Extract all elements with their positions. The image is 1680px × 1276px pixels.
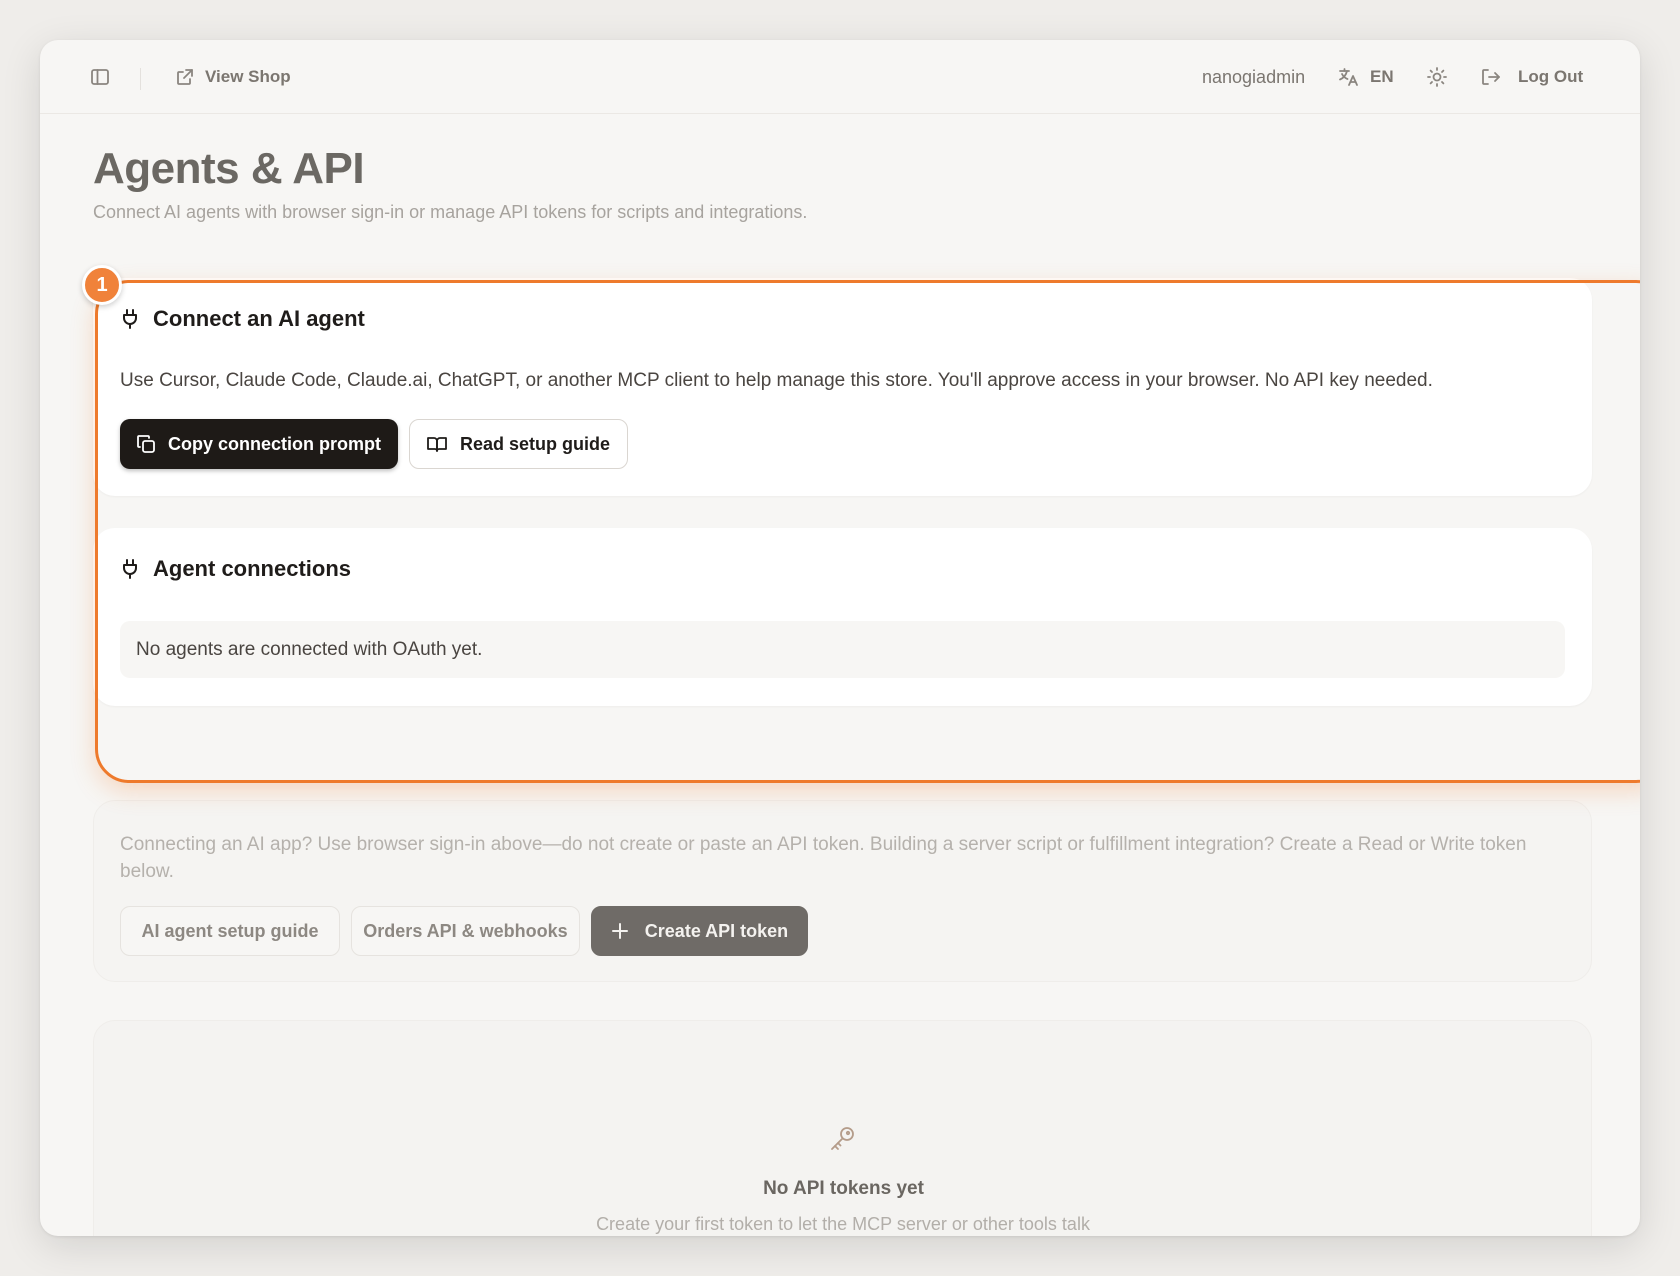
api-tokens-empty-title: No API tokens yet bbox=[763, 1178, 924, 1199]
orders-api-webhooks-button[interactable]: Orders API & webhooks bbox=[351, 906, 580, 956]
plug-icon bbox=[123, 559, 137, 579]
copy-connection-prompt-button[interactable]: Copy connection prompt bbox=[120, 419, 398, 469]
page-title: Agents & API bbox=[93, 144, 365, 193]
copy-connection-prompt-label: Copy connection prompt bbox=[168, 433, 381, 454]
connect-agent-card: Connect an AI agent Use Cursor, Claude C… bbox=[93, 278, 1592, 496]
book-open-icon bbox=[427, 437, 447, 452]
connect-agent-heading: Connect an AI agent bbox=[121, 306, 365, 332]
api-token-notice: Connecting an AI app? Use browser sign-i… bbox=[120, 834, 1527, 882]
theme-toggle-button[interactable] bbox=[1426, 40, 1448, 114]
connect-agent-description: Use Cursor, Claude Code, Claude.ai, Chat… bbox=[120, 370, 1433, 391]
copy-icon bbox=[137, 435, 155, 453]
external-link-icon bbox=[177, 69, 193, 85]
agent-connections-card: Agent connections No agents are connecte… bbox=[93, 528, 1592, 706]
plus-icon bbox=[611, 923, 628, 939]
view-shop-link[interactable]: View Shop bbox=[175, 40, 291, 114]
logout-icon bbox=[1482, 69, 1500, 85]
read-setup-guide-label: Read setup guide bbox=[460, 433, 611, 454]
language-switcher[interactable]: EN bbox=[1338, 40, 1394, 114]
connect-agent-title: Connect an AI agent bbox=[153, 306, 365, 331]
api-tokens-empty-description: Create your first token to let the MCP s… bbox=[596, 1214, 1090, 1234]
agent-connections-title: Agent connections bbox=[153, 556, 352, 581]
annotation-marker: 1 bbox=[82, 265, 122, 305]
api-token-section: Connecting an AI app? Use browser sign-i… bbox=[93, 800, 1592, 982]
sidebar-icon bbox=[91, 69, 109, 85]
divider bbox=[140, 68, 141, 90]
create-api-token-button[interactable]: Create API token bbox=[591, 906, 808, 956]
agent-connections-heading: Agent connections bbox=[121, 556, 351, 582]
page-subtitle: Connect AI agents with browser sign-in o… bbox=[93, 202, 808, 222]
app-window: View Shop nanogiadmin EN Log Out Agents … bbox=[40, 40, 1640, 1236]
language-label: EN bbox=[1370, 67, 1394, 86]
api-tokens-card: No API tokens yet Create your first toke… bbox=[93, 1020, 1592, 1236]
logout-button[interactable]: Log Out bbox=[1480, 40, 1583, 114]
username: nanogiadmin bbox=[1202, 66, 1306, 87]
translate-icon bbox=[1339, 68, 1358, 86]
read-setup-guide-button[interactable]: Read setup guide bbox=[409, 419, 628, 469]
plug-icon bbox=[123, 309, 137, 329]
sun-icon bbox=[1427, 67, 1447, 87]
view-shop-label: View Shop bbox=[205, 67, 291, 86]
top-bar: View Shop nanogiadmin EN Log Out bbox=[40, 40, 1640, 114]
sidebar-toggle-button[interactable] bbox=[90, 40, 110, 114]
create-api-token-label: Create API token bbox=[644, 920, 789, 941]
logout-label: Log Out bbox=[1518, 67, 1584, 86]
agent-connections-empty-state: No agents are connected with OAuth yet. bbox=[120, 621, 1565, 678]
key-icon bbox=[828, 1124, 858, 1159]
ai-agent-setup-guide-button[interactable]: AI agent setup guide bbox=[120, 906, 340, 956]
